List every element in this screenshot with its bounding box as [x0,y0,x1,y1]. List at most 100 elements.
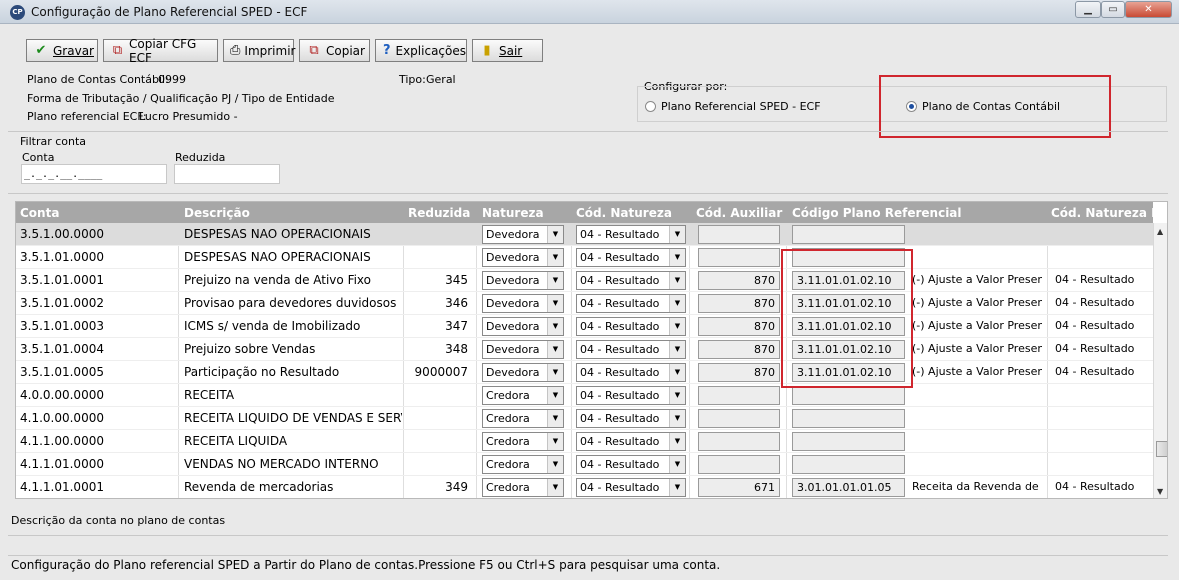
copiar-cfg-button[interactable]: ⧉ Copiar CFG ECF [103,37,218,65]
natureza-select[interactable]: Credora ▼ [482,409,564,428]
cod-natureza-select[interactable]: 04 - Resultado ▼ [576,271,686,290]
cell-conta[interactable]: 3.5.1.00.0000 [20,227,170,241]
chevron-down-icon[interactable]: ▼ [547,479,563,496]
cod-natureza-select[interactable]: 04 - Resultado ▼ [576,478,686,497]
cell-reduzida[interactable]: 346 [408,296,468,310]
natureza-select[interactable]: Devedora ▼ [482,363,564,382]
cell-descricao[interactable]: Provisao para devedores duvidosos [184,296,402,310]
cell-conta[interactable]: 3.5.1.01.0005 [20,365,170,379]
chevron-down-icon[interactable]: ▼ [669,410,685,427]
chevron-down-icon[interactable]: ▼ [547,387,563,404]
chevron-down-icon[interactable]: ▼ [547,272,563,289]
table-row[interactable]: 3.5.1.01.0002 Provisao para devedores duv… [16,292,1153,315]
cod-auxiliar-field[interactable]: 870 [698,294,780,313]
conta-filter-input[interactable]: _._._.__.____ [21,164,167,184]
sair-button[interactable]: ▮ Sair [472,39,543,62]
cell-conta[interactable]: 4.1.0.00.0000 [20,411,170,425]
natureza-select[interactable]: Credora ▼ [482,386,564,405]
cell-descricao[interactable]: DESPESAS NAO OPERACIONAIS [184,250,402,264]
maximize-button[interactable]: ▭ [1101,1,1125,18]
table-row[interactable]: 4.0.0.00.0000 RECEITA Credora ▼ 04 - Resulta… [16,384,1153,407]
cell-descricao[interactable]: Prejuizo na venda de Ativo Fixo [184,273,402,287]
explicacoes-button[interactable]: ? Explicações [375,39,467,62]
cod-auxiliar-field[interactable]: 870 [698,363,780,382]
chevron-down-icon[interactable]: ▼ [669,249,685,266]
cod-natureza-select[interactable]: 04 - Resultado ▼ [576,432,686,451]
chevron-down-icon[interactable]: ▼ [669,433,685,450]
cell-descricao[interactable]: RECEITA LIQUIDO DE VENDAS E SERVICO [184,411,402,425]
cod-natureza-select[interactable]: 04 - Resultado ▼ [576,386,686,405]
chevron-down-icon[interactable]: ▼ [547,226,563,243]
cod-auxiliar-field[interactable]: 870 [698,271,780,290]
accounts-grid[interactable]: Conta Descrição Reduzida Natureza Cód. N… [15,201,1168,499]
vertical-scrollbar[interactable]: ▲ ▼ [1153,223,1167,498]
table-row[interactable]: 4.1.1.00.0000 RECEITA LIQUIDA Credora ▼ 04 -… [16,430,1153,453]
natureza-select[interactable]: Credora ▼ [482,455,564,474]
codigo-referencial-field[interactable]: 3.01.01.01.01.05 [792,478,905,497]
natureza-select[interactable]: Devedora ▼ [482,248,564,267]
cod-auxiliar-field[interactable]: 870 [698,317,780,336]
cell-conta[interactable]: 3.5.1.01.0000 [20,250,170,264]
table-row[interactable]: 4.1.1.01.0000 VENDAS NO MERCADO INTERNO Cr… [16,453,1153,476]
natureza-select[interactable]: Credora ▼ [482,478,564,497]
col-cod-natureza[interactable]: Cód. Natureza [576,206,672,220]
natureza-select[interactable]: Devedora ▼ [482,225,564,244]
table-row[interactable]: 3.5.1.01.0004 Prejuizo sobre Vendas 348 Dev… [16,338,1153,361]
natureza-select[interactable]: Credora ▼ [482,432,564,451]
cell-conta[interactable]: 3.5.1.01.0002 [20,296,170,310]
col-descricao[interactable]: Descrição [184,206,250,220]
chevron-down-icon[interactable]: ▼ [547,295,563,312]
col-natureza[interactable]: Natureza [482,206,544,220]
chevron-down-icon[interactable]: ▼ [547,364,563,381]
cell-descricao[interactable]: Revenda de mercadorias [184,480,402,494]
table-row[interactable]: 3.5.1.01.0003 ICMS s/ venda de Imobilizad… [16,315,1153,338]
cod-auxiliar-field[interactable]: 671 [698,478,780,497]
table-row[interactable]: 3.5.1.01.0005 Participação no Resultado 90… [16,361,1153,384]
cell-descricao[interactable]: ICMS s/ venda de Imobilizado [184,319,402,333]
cell-descricao[interactable]: RECEITA [184,388,402,402]
cell-conta[interactable]: 3.5.1.01.0001 [20,273,170,287]
scroll-down-icon[interactable]: ▼ [1157,487,1163,496]
codigo-referencial-field[interactable] [792,432,905,451]
col-codigo-plano-referencial[interactable]: Código Plano Referencial [792,206,962,220]
cell-reduzida[interactable]: 347 [408,319,468,333]
natureza-select[interactable]: Devedora ▼ [482,340,564,359]
scroll-up-icon[interactable]: ▲ [1157,227,1163,236]
cell-descricao[interactable]: DESPESAS NAO OPERACIONAIS [184,227,402,241]
chevron-down-icon[interactable]: ▼ [547,410,563,427]
cod-auxiliar-field[interactable] [698,409,780,428]
cod-auxiliar-field[interactable] [698,248,780,267]
codigo-referencial-field[interactable] [792,386,905,405]
chevron-down-icon[interactable]: ▼ [669,226,685,243]
table-row[interactable]: 3.5.1.00.0000 DESPESAS NAO OPERACIONAIS De… [16,223,1153,246]
col-cod-natureza-ecf[interactable]: Cód. Natureza ECF [1051,206,1167,220]
natureza-select[interactable]: Devedora ▼ [482,294,564,313]
radio-plano-sped[interactable]: Plano Referencial SPED - ECF [645,100,821,113]
cod-auxiliar-field[interactable] [698,432,780,451]
cell-conta[interactable]: 4.1.1.00.0000 [20,434,170,448]
chevron-down-icon[interactable]: ▼ [669,387,685,404]
chevron-down-icon[interactable]: ▼ [669,272,685,289]
cod-natureza-select[interactable]: 04 - Resultado ▼ [576,409,686,428]
cell-conta[interactable]: 4.1.1.01.0000 [20,457,170,471]
cod-auxiliar-field[interactable]: 870 [698,340,780,359]
cod-natureza-select[interactable]: 04 - Resultado ▼ [576,340,686,359]
cod-auxiliar-field[interactable] [698,386,780,405]
minimize-button[interactable]: ▁ [1075,1,1101,18]
cell-conta[interactable]: 4.1.1.01.0001 [20,480,170,494]
table-row[interactable]: 3.5.1.01.0000 DESPESAS NAO OPERACIONAIS De… [16,246,1153,269]
cod-natureza-select[interactable]: 04 - Resultado ▼ [576,225,686,244]
cod-natureza-select[interactable]: 04 - Resultado ▼ [576,363,686,382]
table-row[interactable]: 4.1.1.01.0001 Revenda de mercadorias 349 Cr… [16,476,1153,498]
chevron-down-icon[interactable]: ▼ [547,249,563,266]
cell-conta[interactable]: 3.5.1.01.0004 [20,342,170,356]
cell-descricao[interactable]: Participação no Resultado [184,365,402,379]
natureza-select[interactable]: Devedora ▼ [482,271,564,290]
chevron-down-icon[interactable]: ▼ [669,479,685,496]
cod-natureza-select[interactable]: 04 - Resultado ▼ [576,455,686,474]
chevron-down-icon[interactable]: ▼ [547,456,563,473]
cod-natureza-select[interactable]: 04 - Resultado ▼ [576,248,686,267]
cell-conta[interactable]: 3.5.1.01.0003 [20,319,170,333]
reduzida-filter-input[interactable] [174,164,280,184]
chevron-down-icon[interactable]: ▼ [547,433,563,450]
